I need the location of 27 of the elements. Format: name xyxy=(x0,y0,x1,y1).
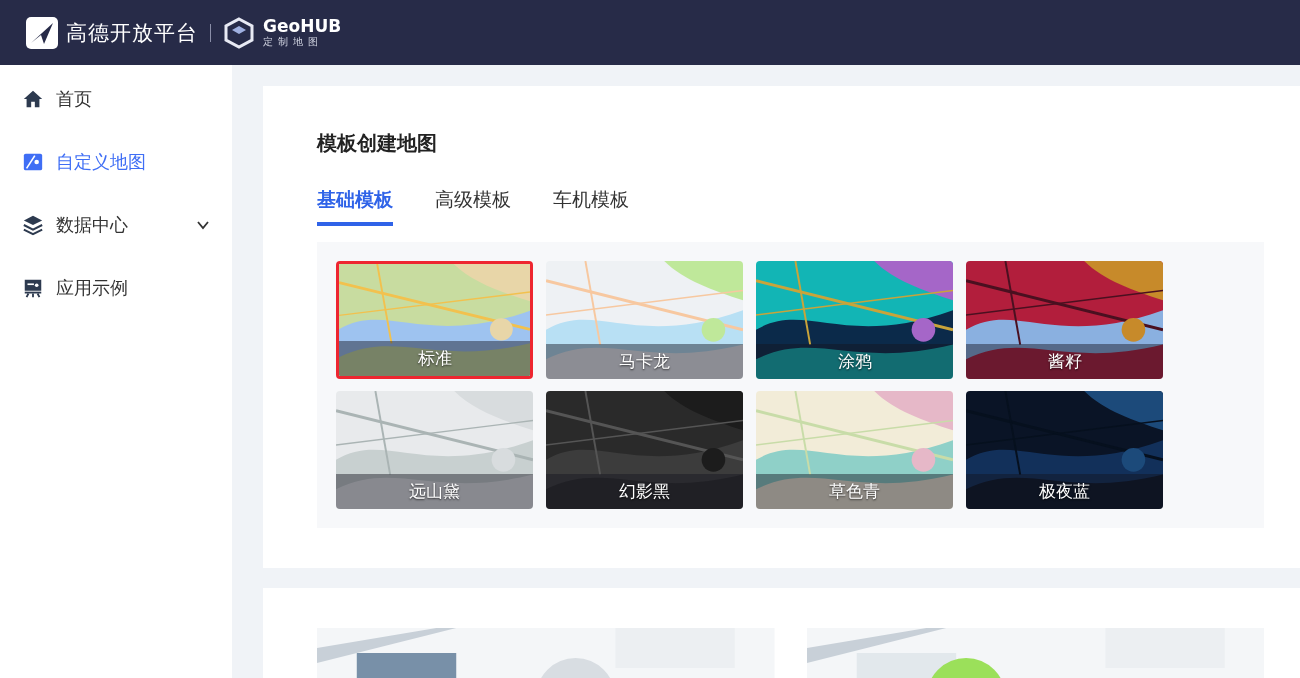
nav-item[interactable]: 首页 xyxy=(0,67,232,130)
template-tile[interactable]: 标准 xyxy=(336,261,533,379)
nav-item[interactable]: 应用示例 xyxy=(0,256,232,319)
template-name: 远山黛 xyxy=(336,474,533,509)
tab[interactable]: 车机模板 xyxy=(553,187,629,226)
template-name: 草色青 xyxy=(756,474,953,509)
template-name: 极夜蓝 xyxy=(966,474,1163,509)
nav-item[interactable]: 自定义地图 xyxy=(0,130,232,193)
template-name: 标准 xyxy=(339,341,530,376)
product-name: GeoHUB xyxy=(263,18,342,35)
tab[interactable]: 高级模板 xyxy=(435,187,511,226)
template-name: 涂鸦 xyxy=(756,344,953,379)
template-tile[interactable]: 极夜蓝 xyxy=(966,391,1163,509)
template-name: 酱籽 xyxy=(966,344,1163,379)
brand-name: 高德开放平台 xyxy=(66,19,198,47)
logo-icon xyxy=(223,16,255,49)
template-name: 幻影黑 xyxy=(546,474,743,509)
logo-icon xyxy=(26,16,58,49)
layers-icon xyxy=(22,213,44,236)
template-name: 马卡龙 xyxy=(546,344,743,379)
tab[interactable]: 基础模板 xyxy=(317,187,393,226)
template-tile[interactable]: 幻影黑 xyxy=(546,391,743,509)
section-title: 模板创建地图 xyxy=(317,130,438,157)
template-tile[interactable]: 酱籽 xyxy=(966,261,1163,379)
nav-item[interactable]: 数据中心 xyxy=(0,193,232,256)
template-tile[interactable]: 涂鸦 xyxy=(756,261,953,379)
product-subtitle: 定制地图 xyxy=(263,37,324,47)
